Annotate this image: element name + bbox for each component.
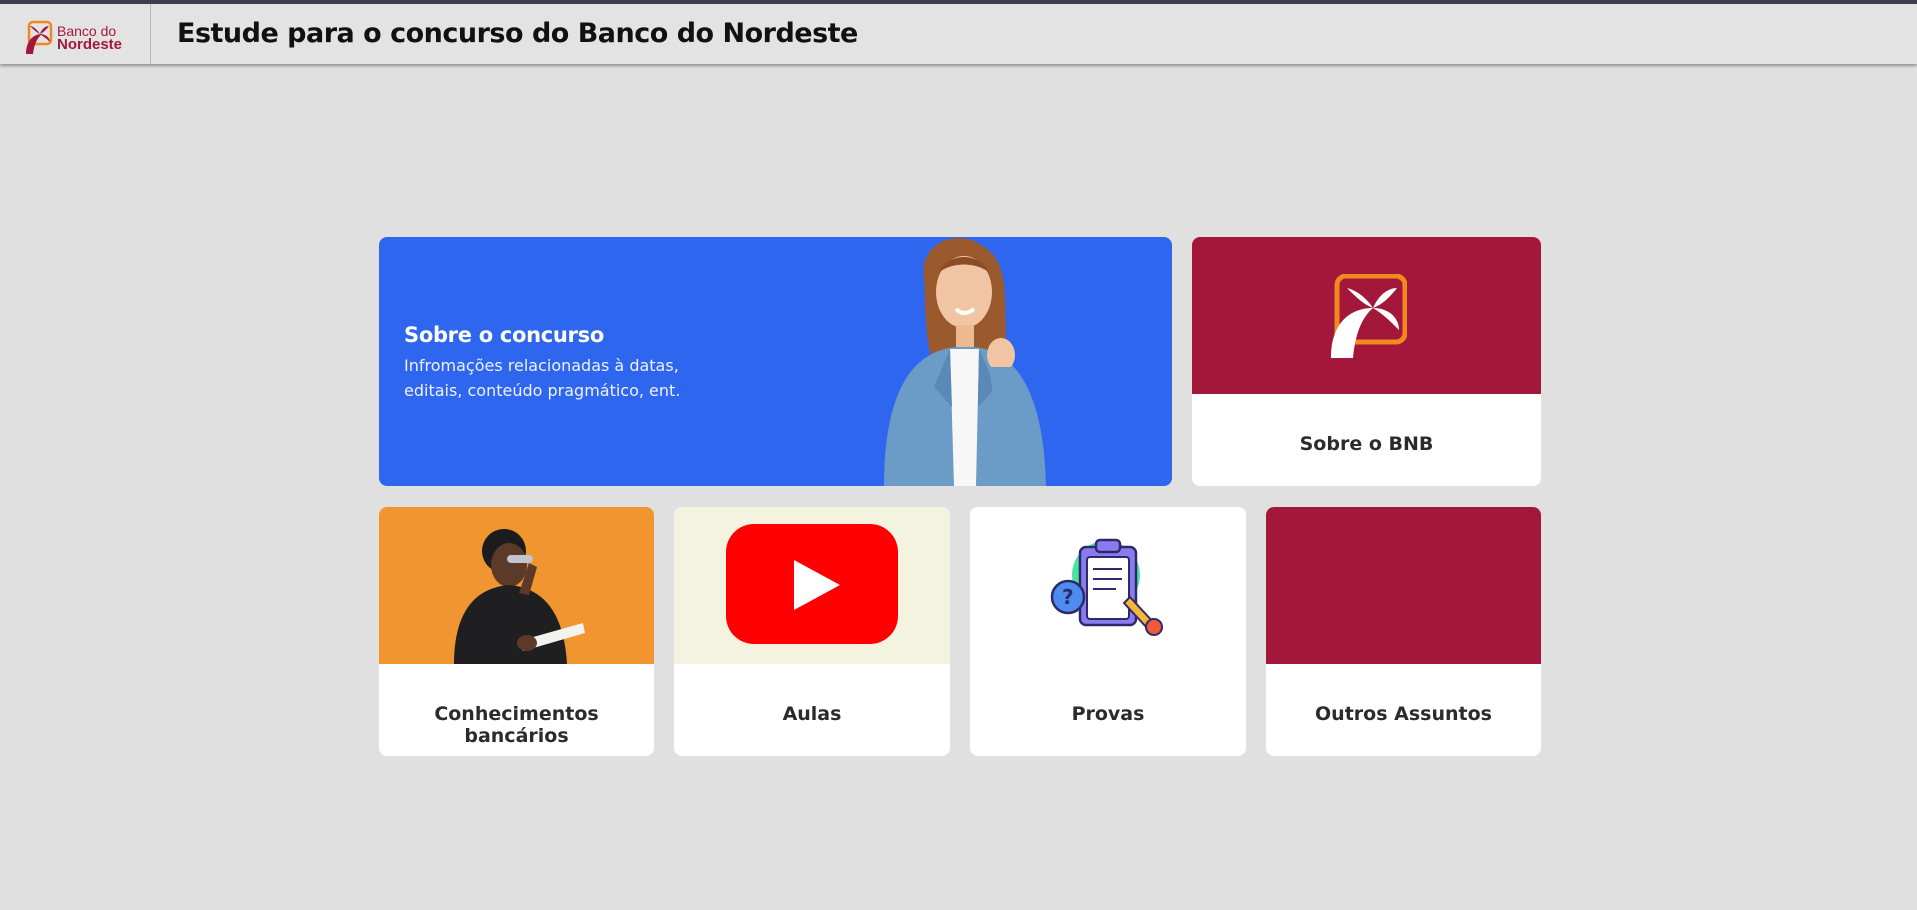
card-outros-assuntos[interactable]: Outros Assuntos [1266, 507, 1541, 756]
card-label: Sobre o BNB [1299, 433, 1434, 455]
card-image [1192, 237, 1541, 394]
card-image: ? [970, 507, 1246, 664]
card-label: Conhecimentos bancários [434, 703, 599, 747]
card-image [1266, 507, 1541, 664]
card-label: Outros Assuntos [1315, 703, 1492, 725]
svg-text:?: ? [1062, 585, 1074, 609]
card-conhecimentos-bancarios[interactable]: Conhecimentos bancários [379, 507, 654, 756]
man-photo [454, 529, 585, 664]
youtube-play-icon [726, 524, 898, 644]
card-sobre-o-bnb[interactable]: Sobre o BNB [1192, 237, 1541, 486]
header-divider [150, 4, 151, 64]
logo-text: Banco do Nordeste [57, 24, 122, 52]
card-sobre-o-concurso[interactable]: Sobre o concurso Infromações relacionada… [379, 237, 1172, 486]
card-description: Infromações relacionadas à datas, editai… [404, 356, 681, 400]
card-label: Aulas [782, 703, 842, 725]
logo-line2: Nordeste [57, 36, 123, 53]
card-image [379, 507, 654, 664]
card-image [674, 507, 950, 664]
card-title: Sobre o concurso [404, 323, 604, 347]
card-label: Provas [1071, 703, 1145, 725]
banco-do-nordeste-logo-icon [26, 20, 53, 54]
woman-photo [884, 238, 1046, 486]
card-aulas[interactable]: Aulas [674, 507, 950, 756]
clipboard-quiz-icon: ? [1050, 538, 1163, 636]
bnb-logo[interactable]: Banco do Nordeste [22, 18, 132, 58]
top-bar: Banco do Nordeste Estude para o concurso… [0, 0, 1917, 64]
card-provas[interactable]: ? Provas [970, 507, 1246, 756]
page-title: Estude para o concurso do Banco do Norde… [177, 18, 858, 49]
banco-do-nordeste-logo-icon [1331, 274, 1407, 358]
